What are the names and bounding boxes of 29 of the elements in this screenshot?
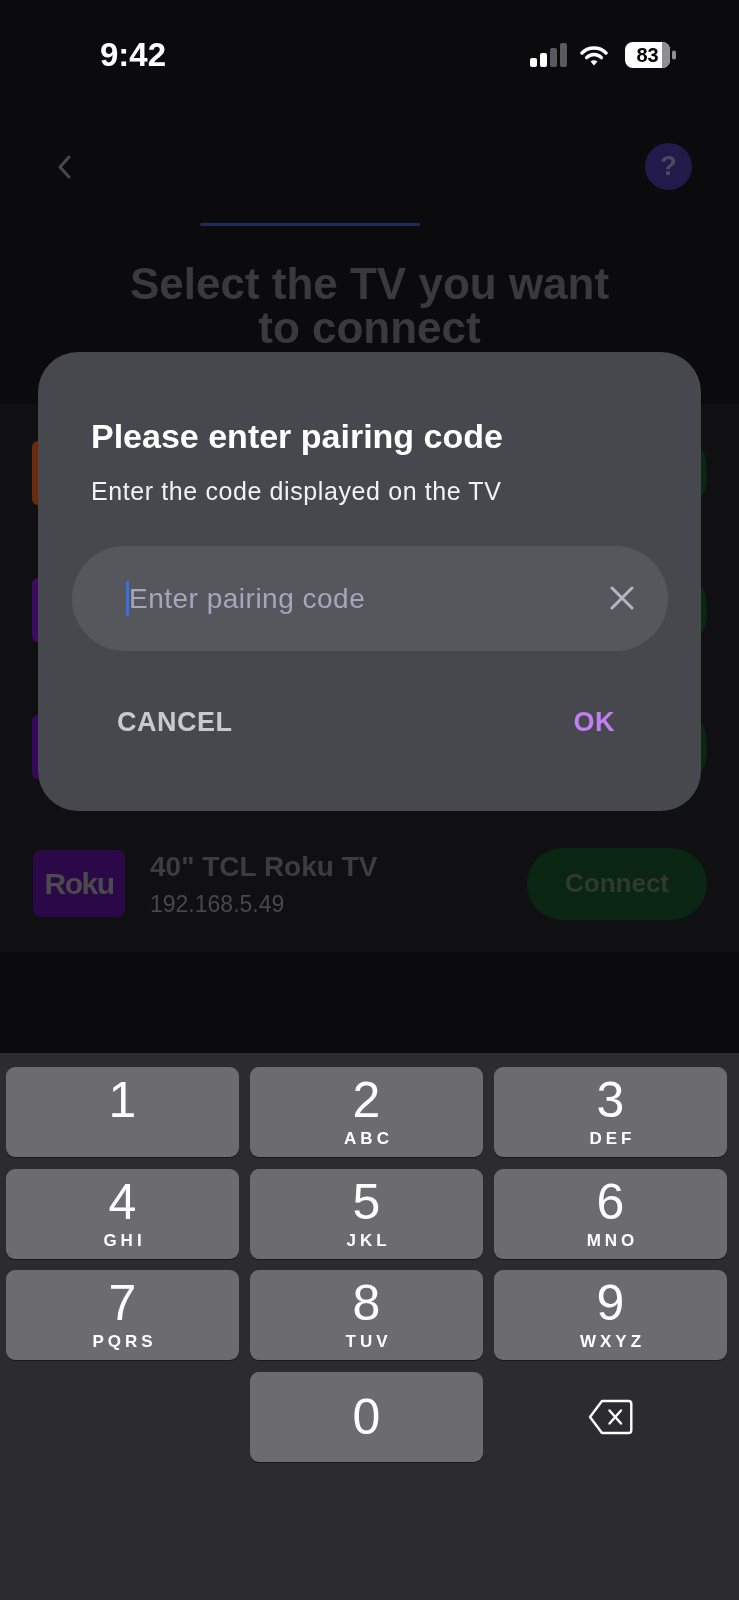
logo-tile: Roku [33,850,125,917]
pairing-code-field[interactable]: Enter pairing code [72,546,668,651]
backspace-icon [588,1398,633,1435]
battery-percentage: 83 [636,43,659,68]
wifi-icon [580,44,608,66]
keypad-key[interactable]: 5 JKL [250,1168,483,1259]
status-time: 9:42 [100,36,167,74]
dialog-title: Please enter pairing code [90,416,504,456]
keypad-key[interactable]: 1 [6,1067,239,1157]
connect-button-edge [701,723,707,770]
keypad-key[interactable]: 8 TUV [250,1270,483,1360]
text-cursor-icon [126,581,129,616]
clear-icon[interactable] [610,586,634,610]
keypad-key[interactable]: 3 DEF [494,1067,727,1157]
battery-icon [625,42,676,68]
connect-button-edge [701,586,707,633]
chevron-left-icon [57,154,71,179]
ok-button[interactable]: OK [561,697,627,747]
keypad-key[interactable]: 7 PQRS [6,1270,239,1360]
device-address: 192.168.5.49 [150,889,286,918]
connect-button-edge [701,449,707,496]
keypad-key[interactable]: 6 MNO [494,1168,727,1259]
dialog-message: Enter the code displayed on the TV [90,476,503,506]
signal-icon [530,43,567,67]
keypad-key[interactable]: 2 ABC [250,1067,483,1157]
keypad-key[interactable]: 4 GHI [6,1168,239,1259]
keypad-key[interactable]: 9 WXYZ [494,1270,727,1360]
keypad-key[interactable]: 0 [250,1371,483,1462]
cancel-button[interactable]: CANCEL [105,697,245,747]
